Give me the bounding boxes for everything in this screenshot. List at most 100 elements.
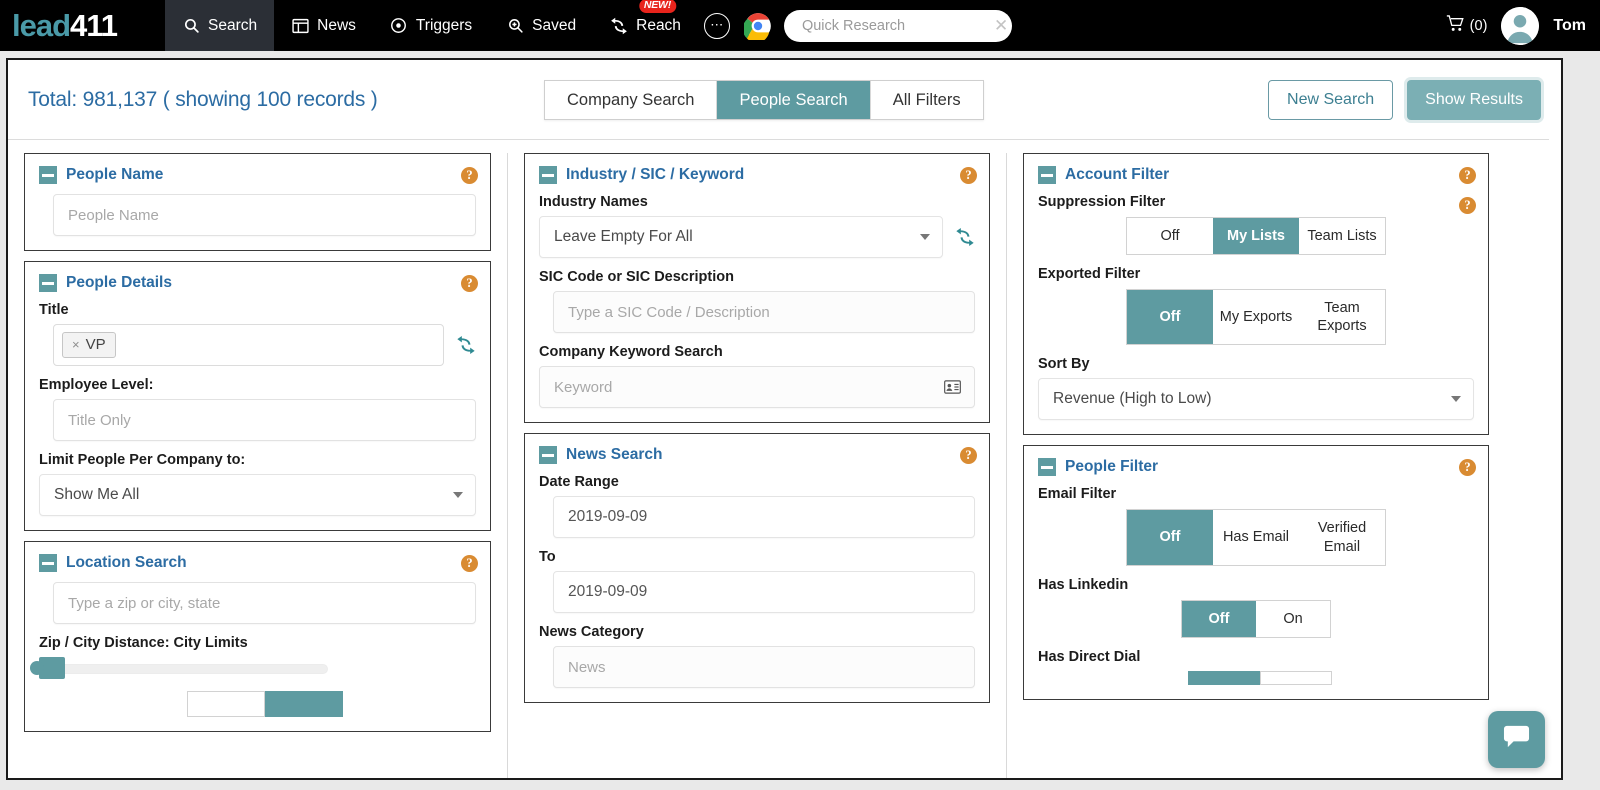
- suppression-option-my-lists[interactable]: My Lists: [1213, 218, 1299, 255]
- partial-toggle-group[interactable]: [187, 691, 476, 717]
- suppression-toggle-group: Off My Lists Team Lists: [1126, 217, 1386, 256]
- exported-toggle-group: Off My Exports Team Exports: [1126, 289, 1386, 346]
- middle-filter-column: Industry / SIC / Keyword ? Industry Name…: [507, 153, 1006, 778]
- top-navigation-bar: lead 411 Search News Triggers Saved NEW! …: [0, 0, 1600, 51]
- slider-handle[interactable]: [30, 657, 65, 679]
- nav-item-news[interactable]: News: [274, 0, 373, 51]
- date-from-input[interactable]: 2019-09-09: [553, 496, 975, 538]
- help-icon[interactable]: ?: [461, 275, 478, 292]
- collapse-icon[interactable]: [1038, 166, 1056, 184]
- nav-item-saved[interactable]: Saved: [489, 0, 593, 51]
- close-icon[interactable]: ×: [72, 337, 80, 352]
- more-options-icon[interactable]: ⋯: [703, 12, 730, 39]
- logo-lead411[interactable]: lead 411: [0, 0, 165, 51]
- email-toggle-group: Off Has Email Verified Email: [1126, 509, 1386, 566]
- sic-input[interactable]: [553, 291, 975, 333]
- account-filter-title: Account Filter: [1065, 166, 1170, 183]
- location-search-header: Location Search: [39, 554, 476, 572]
- new-search-button[interactable]: New Search: [1268, 80, 1394, 120]
- quick-research-box[interactable]: ✕: [783, 9, 1012, 42]
- avatar[interactable]: [1501, 6, 1540, 45]
- sort-by-select[interactable]: Revenue (High to Low): [1038, 378, 1474, 421]
- chrome-extension-icon[interactable]: [742, 12, 772, 43]
- industry-header: Industry / SIC / Keyword: [539, 166, 975, 184]
- help-icon[interactable]: ?: [960, 447, 977, 464]
- tab-people-search[interactable]: People Search: [717, 81, 871, 119]
- collapse-icon[interactable]: [39, 166, 57, 184]
- quick-research-input[interactable]: [799, 16, 991, 35]
- collapse-icon[interactable]: [539, 166, 557, 184]
- people-name-card: People Name ?: [24, 153, 491, 251]
- total-records-text: Total: 981,137 ( showing 100 records ): [28, 87, 378, 111]
- linkedin-option-on[interactable]: On: [1256, 601, 1330, 637]
- help-icon[interactable]: ?: [1459, 167, 1476, 184]
- industry-sic-keyword-card: Industry / SIC / Keyword ? Industry Name…: [524, 153, 990, 423]
- location-search-title: Location Search: [66, 554, 187, 571]
- tab-all-filters[interactable]: All Filters: [870, 81, 983, 119]
- partial-toggle-right[interactable]: [265, 691, 343, 717]
- employee-level-input[interactable]: [53, 399, 476, 441]
- direct-dial-option-off[interactable]: [1188, 670, 1260, 685]
- help-icon[interactable]: ?: [461, 167, 478, 184]
- limit-people-select[interactable]: Show Me All: [39, 474, 476, 516]
- suppression-option-off[interactable]: Off: [1127, 218, 1213, 254]
- nav-item-reach[interactable]: NEW! Reach: [593, 0, 698, 51]
- refresh-icon: [610, 17, 628, 35]
- email-option-has-email[interactable]: Has Email: [1213, 510, 1299, 564]
- zip-distance-slider[interactable]: [30, 657, 476, 679]
- news-category-label: News Category: [539, 624, 644, 640]
- collapse-icon[interactable]: [1038, 458, 1056, 477]
- refresh-icon[interactable]: [456, 335, 476, 355]
- user-name[interactable]: Tom: [1553, 17, 1586, 35]
- contact-card-icon[interactable]: [944, 380, 961, 394]
- slider-track: [43, 664, 328, 674]
- nav-label-news: News: [317, 16, 356, 34]
- industry-names-label: Industry Names: [539, 194, 648, 210]
- title-tag-input[interactable]: × VP: [53, 324, 444, 366]
- title-tag-vp[interactable]: × VP: [62, 332, 116, 358]
- show-results-button[interactable]: Show Results: [1407, 80, 1541, 120]
- nav-label-saved: Saved: [532, 16, 577, 34]
- people-filter-card: People Filter ? Email Filter Off Has Ema…: [1023, 445, 1489, 700]
- collapse-icon[interactable]: [39, 554, 57, 572]
- refresh-icon[interactable]: [955, 227, 975, 247]
- date-range-label: Date Range: [539, 474, 619, 490]
- exported-option-off[interactable]: Off: [1127, 290, 1213, 345]
- email-option-verified-email[interactable]: Verified Email: [1299, 510, 1385, 564]
- nav-item-triggers[interactable]: Triggers: [373, 0, 489, 51]
- direct-dial-partial-toggle[interactable]: [1188, 670, 1474, 685]
- cart-button[interactable]: (0): [1446, 15, 1487, 36]
- exported-option-my-exports[interactable]: My Exports: [1213, 290, 1299, 344]
- direct-dial-option-on[interactable]: [1260, 670, 1332, 685]
- linkedin-option-off[interactable]: Off: [1182, 600, 1256, 637]
- nav-right-group: (0) Tom: [1446, 6, 1600, 45]
- help-icon-secondary[interactable]: ?: [1459, 197, 1476, 214]
- help-icon[interactable]: ?: [461, 555, 478, 572]
- news-category-input[interactable]: [553, 646, 975, 688]
- company-keyword-input[interactable]: [539, 366, 975, 408]
- cart-icon: [1446, 15, 1465, 36]
- chat-widget-button[interactable]: [1488, 711, 1545, 768]
- tab-company-search[interactable]: Company Search: [545, 81, 718, 119]
- people-name-input[interactable]: [53, 194, 476, 236]
- new-badge: NEW!: [638, 0, 677, 14]
- exported-toggle-wrap: Off My Exports Team Exports: [1038, 289, 1474, 346]
- title-row: × VP: [39, 324, 476, 366]
- people-filter-title: People Filter: [1065, 458, 1159, 476]
- exported-option-team-exports[interactable]: Team Exports: [1299, 290, 1385, 344]
- collapse-icon[interactable]: [39, 274, 57, 292]
- people-name-title: People Name: [66, 166, 164, 183]
- industry-names-select[interactable]: Leave Empty For All: [539, 216, 943, 258]
- main-content-frame: Total: 981,137 ( showing 100 records ) C…: [6, 58, 1563, 780]
- help-icon[interactable]: ?: [960, 167, 977, 184]
- location-search-card: Location Search ? Zip / City Distance: C…: [24, 541, 491, 732]
- location-input[interactable]: [53, 582, 476, 624]
- suppression-option-team-lists[interactable]: Team Lists: [1299, 218, 1385, 254]
- collapse-icon[interactable]: [539, 446, 557, 464]
- close-icon[interactable]: ✕: [991, 16, 1011, 36]
- email-option-off[interactable]: Off: [1127, 510, 1213, 565]
- sort-by-label: Sort By: [1038, 356, 1090, 373]
- nav-item-search[interactable]: Search: [165, 0, 275, 51]
- partial-toggle-left[interactable]: [187, 691, 265, 717]
- date-to-input[interactable]: 2019-09-09: [553, 571, 975, 613]
